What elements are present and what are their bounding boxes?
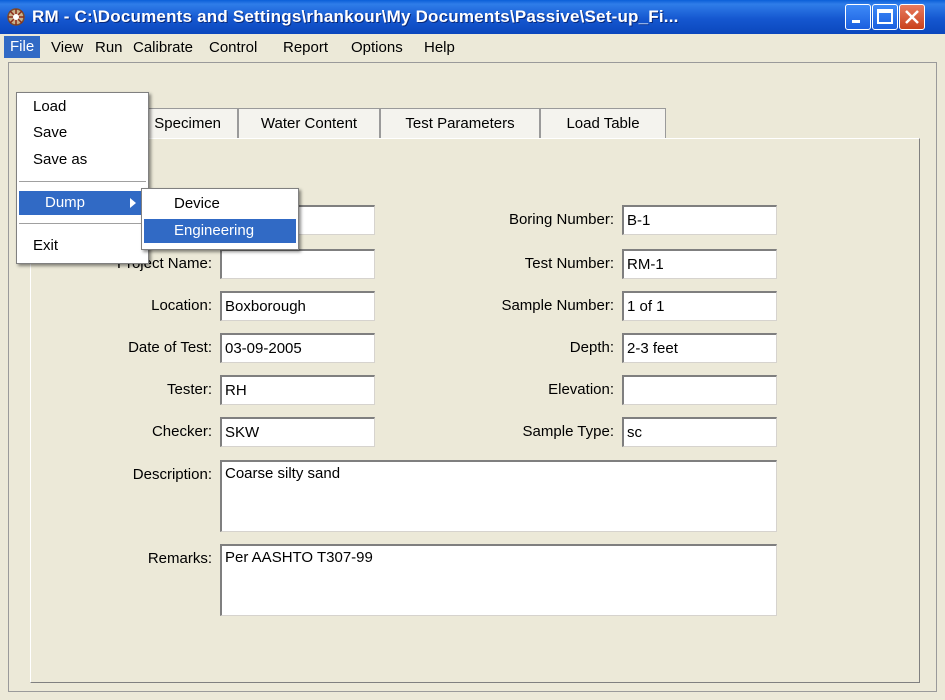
description-label: Description: (132, 466, 212, 483)
submenu-arrow-icon (130, 198, 136, 208)
depth-field[interactable]: 2-3 feet (622, 333, 777, 363)
menu-item-load[interactable]: Load (17, 95, 148, 119)
sample-type-label: Sample Type: (522, 423, 614, 440)
depth-label: Depth: (569, 339, 614, 356)
tab-load-table[interactable]: Load Table (540, 108, 666, 138)
menu-file[interactable]: File (4, 36, 41, 58)
test-number-field[interactable]: RM-1 (622, 249, 777, 279)
checker-label: Checker: (151, 423, 212, 440)
maximize-icon (877, 9, 893, 24)
elevation-label: Elevation: (548, 381, 614, 398)
tester-field[interactable]: RH (220, 375, 375, 405)
test-number-label: Test Number: (524, 255, 614, 272)
location-field[interactable]: Boxborough (220, 291, 375, 321)
close-button[interactable] (899, 4, 925, 30)
menu-view[interactable]: View (45, 38, 89, 58)
menu-separator (19, 223, 146, 225)
menu-separator (19, 181, 146, 183)
minimize-icon (852, 20, 860, 23)
boring-number-field[interactable]: B-1 (622, 205, 777, 235)
tester-label: Tester: (166, 381, 212, 398)
dump-submenu: Device Engineering (141, 188, 299, 250)
menu-calibrate[interactable]: Calibrate (127, 38, 199, 58)
menu-control[interactable]: Control (203, 38, 263, 58)
sample-number-field[interactable]: 1 of 1 (622, 291, 777, 321)
menu-item-exit[interactable]: Exit (17, 234, 148, 258)
close-icon (905, 10, 919, 24)
maximize-button[interactable] (872, 4, 898, 30)
date-of-test-label: Date of Test: (128, 339, 212, 356)
menu-help[interactable]: Help (418, 38, 461, 58)
menu-item-save-as[interactable]: Save as (17, 148, 148, 172)
sample-type-field[interactable]: sc (622, 417, 777, 447)
menu-run[interactable]: Run (89, 38, 129, 58)
menu-bar: File View Run Calibrate Control Report O… (0, 34, 945, 60)
file-menu: Load Save Save as Dump Exit (16, 92, 149, 264)
description-field[interactable]: Coarse silty sand (220, 460, 777, 532)
date-of-test-field[interactable]: 03-09-2005 (220, 333, 375, 363)
checker-field[interactable]: SKW (220, 417, 375, 447)
tab-water-content[interactable]: Water Content (238, 108, 380, 138)
menu-report[interactable]: Report (277, 38, 334, 58)
submenu-item-device[interactable]: Device (144, 192, 296, 216)
remarks-field[interactable]: Per AASHTO T307-99 (220, 544, 777, 616)
remarks-label: Remarks: (147, 550, 212, 567)
elevation-field[interactable] (622, 375, 777, 405)
window-title: RM - C:\Documents and Settings\rhankour\… (32, 7, 679, 26)
location-label: Location: (151, 297, 212, 314)
menu-item-dump[interactable]: Dump (19, 191, 146, 215)
project-name-field[interactable] (220, 249, 375, 279)
boring-number-label: Boring Number: (508, 211, 614, 228)
submenu-item-engineering[interactable]: Engineering (144, 219, 296, 243)
menu-options[interactable]: Options (345, 38, 409, 58)
tab-test-parameters[interactable]: Test Parameters (380, 108, 540, 138)
sample-number-label: Sample Number: (501, 297, 614, 314)
menu-item-save[interactable]: Save (17, 121, 148, 145)
app-icon (7, 8, 25, 26)
minimize-button[interactable] (845, 4, 871, 30)
title-bar: RM - C:\Documents and Settings\rhankour\… (0, 0, 945, 34)
